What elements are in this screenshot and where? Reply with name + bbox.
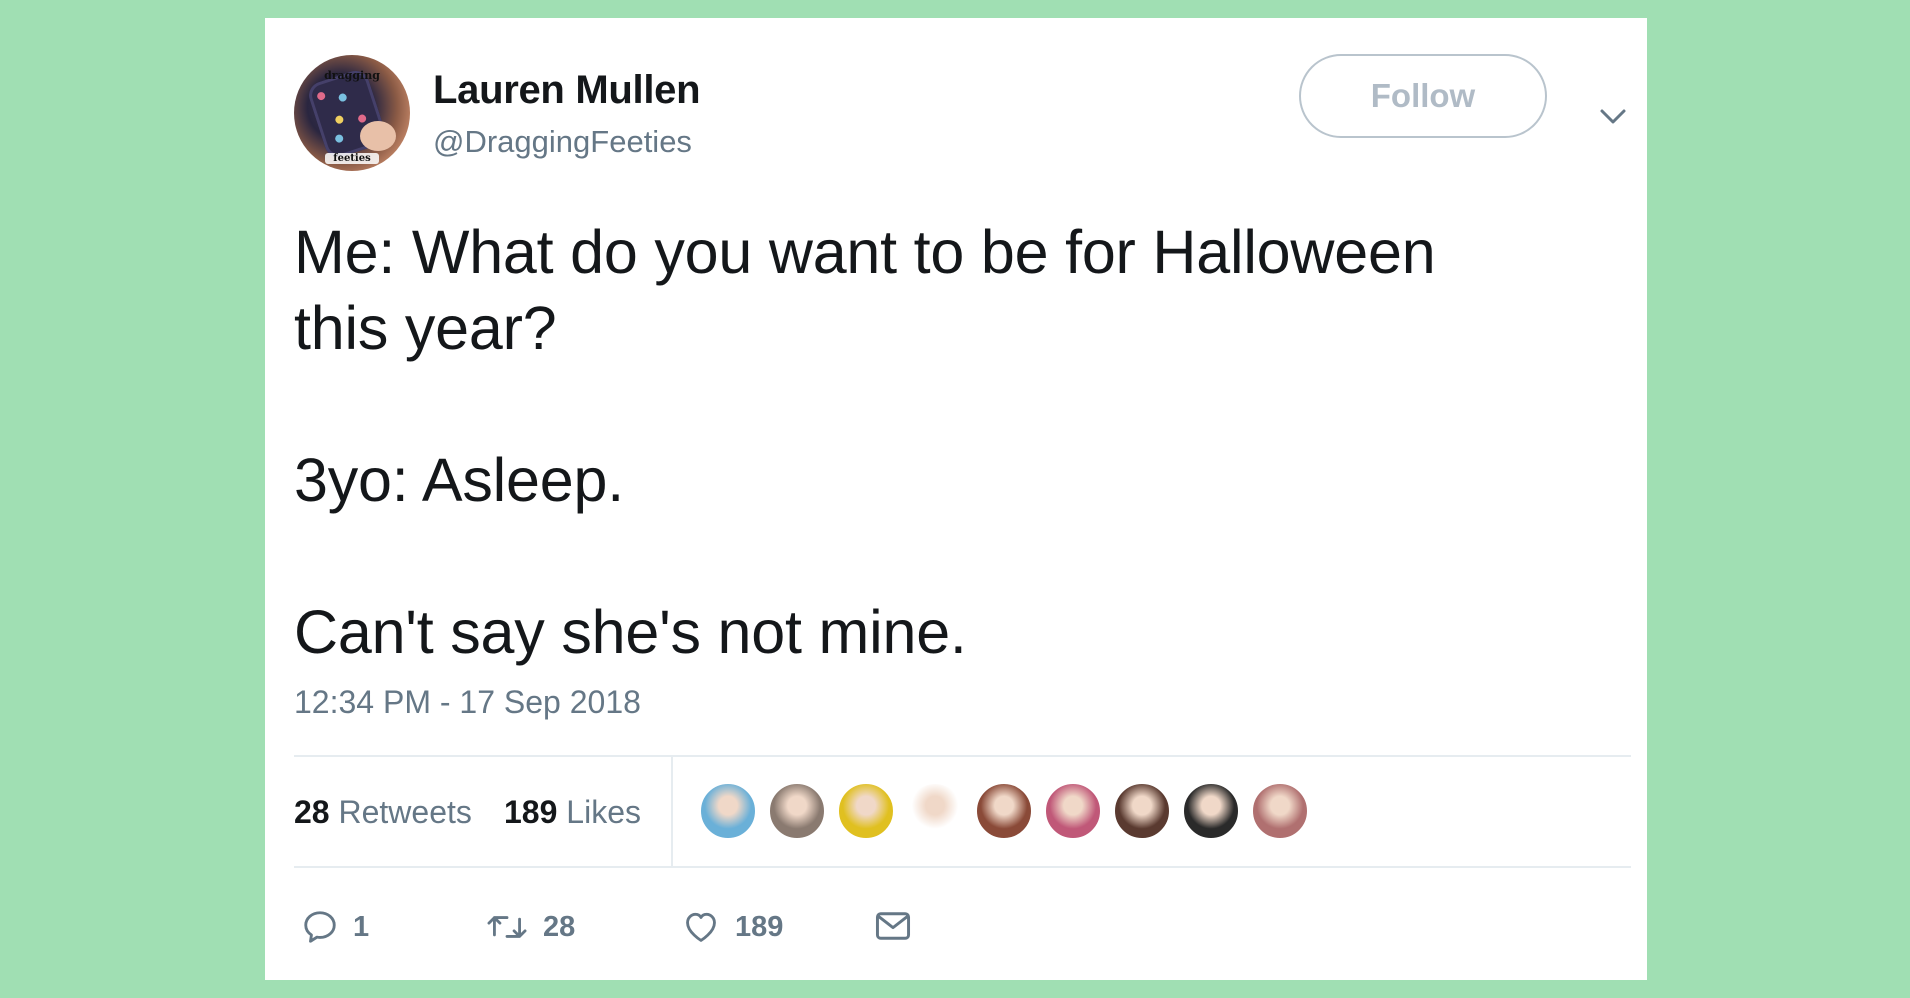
follow-button[interactable]: Follow (1299, 54, 1547, 138)
liker-avatar-2[interactable] (768, 782, 826, 840)
tweet-timestamp[interactable]: 12:34 PM - 17 Sep 2018 (294, 684, 641, 721)
liker-avatar-4[interactable] (906, 782, 964, 840)
retweets-label: Retweets (338, 794, 472, 830)
liker-avatar-7[interactable] (1113, 782, 1171, 840)
retweet-icon (487, 916, 527, 938)
liker-avatar-3[interactable] (837, 782, 895, 840)
reply-icon (304, 911, 336, 943)
tweet-actions: 1 28 189 (265, 908, 1647, 968)
retweets-count: 28 (294, 794, 330, 830)
liker-avatar-8[interactable] (1182, 782, 1240, 840)
reply-action[interactable]: 1 (301, 908, 369, 946)
likes-stat[interactable]: 189 Likes (504, 794, 641, 831)
likes-count: 189 (504, 794, 558, 830)
liker-avatar-9[interactable] (1251, 782, 1309, 840)
chevron-down-icon[interactable] (1598, 106, 1628, 128)
retweet-action[interactable]: 28 (485, 908, 575, 946)
reply-count: 1 (353, 910, 370, 943)
heart-icon (686, 912, 716, 942)
likes-label: Likes (566, 794, 641, 830)
tweet-card: dragging feeties Lauren Mullen @Dragging… (265, 18, 1647, 980)
retweet-count: 28 (543, 910, 576, 943)
like-count: 189 (735, 910, 784, 943)
envelope-icon (875, 912, 911, 940)
user-handle[interactable]: @DraggingFeeties (433, 124, 692, 160)
liker-avatar-1[interactable] (699, 782, 757, 840)
avatar-foot-image (360, 121, 396, 151)
stats-divider (671, 756, 673, 866)
retweets-stat[interactable]: 28 Retweets (294, 794, 472, 831)
like-action[interactable]: 189 (681, 908, 783, 946)
divider-top (294, 755, 1631, 757)
user-display-name[interactable]: Lauren Mullen (433, 68, 701, 113)
tweet-text: Me: What do you want to be for Halloween… (294, 218, 1436, 666)
liker-avatar-6[interactable] (1044, 782, 1102, 840)
divider-bottom (294, 866, 1631, 868)
message-action[interactable] (873, 908, 913, 944)
user-avatar[interactable]: dragging feeties (294, 55, 410, 171)
liker-avatar-5[interactable] (975, 782, 1033, 840)
avatar-logo-text-top: dragging (324, 69, 380, 82)
avatar-logo-text-bottom: feeties (325, 153, 379, 164)
